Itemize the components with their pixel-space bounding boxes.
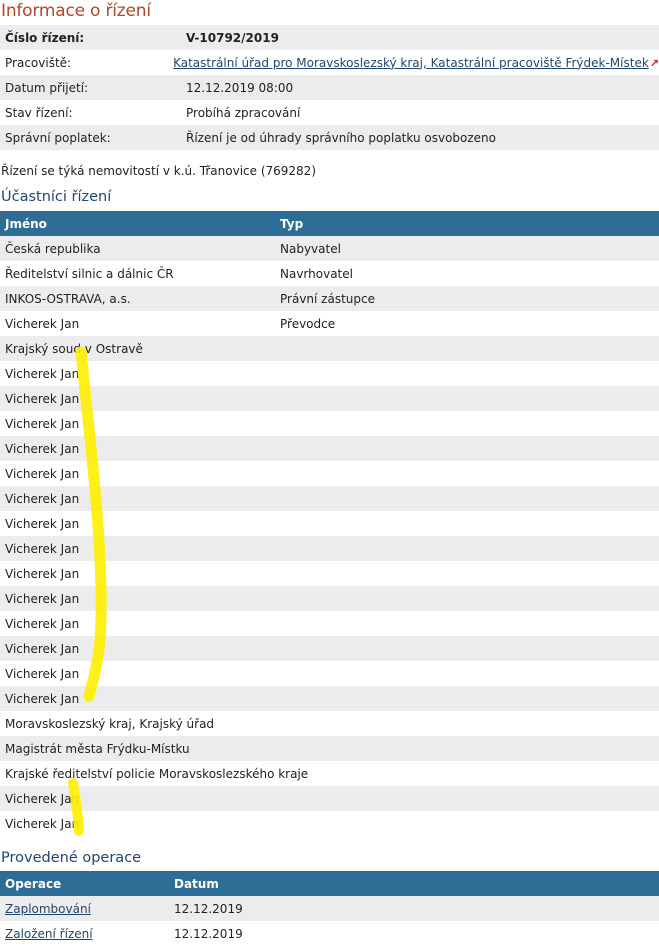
table-row: Vicherek Jan bbox=[0, 611, 659, 636]
page-title: Informace o řízení bbox=[1, 1, 151, 21]
table-row: Vicherek Jan bbox=[0, 386, 659, 411]
column-header-operation: Operace bbox=[5, 876, 62, 891]
info-label: Pracoviště: bbox=[5, 55, 72, 70]
participant-name: Vicherek Jan bbox=[5, 566, 80, 581]
participant-name: Ředitelství silnic a dálnic ČR bbox=[5, 266, 174, 281]
table-row: Vicherek Jan bbox=[0, 636, 659, 661]
info-table: Číslo řízení: V-10792/2019 Pracoviště: K… bbox=[0, 25, 659, 150]
participants-header: Jméno Typ bbox=[0, 211, 659, 236]
info-row-poplatek: Správní poplatek: Řízení je od úhrady sp… bbox=[0, 125, 659, 150]
table-row: Vicherek Jan bbox=[0, 811, 659, 836]
table-row: Vicherek Jan bbox=[0, 561, 659, 586]
pracoviste-link[interactable]: Katastrální úřad pro Moravskoslezský kra… bbox=[173, 56, 649, 70]
column-header-name: Jméno bbox=[5, 216, 47, 231]
column-header-date: Datum bbox=[174, 876, 219, 891]
participant-name: Vicherek Jan bbox=[5, 816, 80, 831]
table-row: Vicherek Jan bbox=[0, 486, 659, 511]
table-row: Vicherek Jan bbox=[0, 786, 659, 811]
operations-header: Operace Datum bbox=[0, 871, 659, 896]
table-row: Založení řízení 12.12.2019 bbox=[0, 921, 659, 946]
participant-name: Vicherek Jan bbox=[5, 366, 80, 381]
table-cell: Zaplombování bbox=[0, 902, 174, 916]
table-row: Vicherek Jan bbox=[0, 361, 659, 386]
table-row: Vicherek Jan bbox=[0, 536, 659, 561]
participant-type: Převodce bbox=[280, 316, 336, 331]
table-row: Vicherek Jan bbox=[0, 436, 659, 461]
info-label: Stav řízení: bbox=[5, 105, 73, 120]
participant-name: Vicherek Jan bbox=[5, 466, 80, 481]
participant-name: Vicherek Jan bbox=[5, 791, 80, 806]
info-row-cislo: Číslo řízení: V-10792/2019 bbox=[0, 25, 659, 50]
operation-date: 12.12.2019 bbox=[174, 926, 243, 941]
info-value: Probíhá zpracování bbox=[186, 105, 301, 120]
participant-name: Vicherek Jan bbox=[5, 516, 80, 531]
participant-name: Vicherek Jan bbox=[5, 591, 80, 606]
participants-table: Jméno Typ Česká republika Nabyvatel Ředite… bbox=[0, 211, 659, 836]
participant-name: Vicherek Jan bbox=[5, 641, 80, 656]
participant-name: Vicherek Jan bbox=[5, 666, 80, 681]
participant-type: Právní zástupce bbox=[280, 291, 375, 306]
operation-link[interactable]: Založení řízení bbox=[5, 927, 93, 941]
info-label: Datum přijetí: bbox=[5, 80, 89, 95]
info-row-datum: Datum přijetí: 12.12.2019 08:00 bbox=[0, 75, 659, 100]
table-row: Vicherek Jan bbox=[0, 586, 659, 611]
participant-type: Nabyvatel bbox=[280, 241, 341, 256]
table-row: Moravskoslezský kraj, Krajský úřad bbox=[0, 711, 659, 736]
participant-name: Vicherek Jan bbox=[5, 541, 80, 556]
table-row: Vicherek Jan bbox=[0, 411, 659, 436]
participant-type: Navrhovatel bbox=[280, 266, 353, 281]
participant-name: Moravskoslezský kraj, Krajský úřad bbox=[5, 716, 215, 731]
participant-name: INKOS-OSTRAVA, a.s. bbox=[5, 291, 131, 306]
operation-date: 12.12.2019 bbox=[174, 901, 243, 916]
info-label: Číslo řízení: bbox=[5, 30, 85, 45]
participant-name: Vicherek Jan bbox=[5, 441, 80, 456]
participant-name: Vicherek Jan bbox=[5, 316, 80, 331]
table-row: Zaplombování 12.12.2019 bbox=[0, 896, 659, 921]
participants-title: Účastníci řízení bbox=[1, 189, 112, 205]
operation-link[interactable]: Zaplombování bbox=[5, 902, 91, 916]
table-row: Krajský soud v Ostravě bbox=[0, 336, 659, 361]
participant-name: Vicherek Jan bbox=[5, 491, 80, 506]
property-note: Řízení se týká nemovitostí v k.ú. Třanov… bbox=[1, 164, 316, 178]
table-row: Vicherek Jan Převodce bbox=[0, 311, 659, 336]
info-value: Řízení je od úhrady správního poplatku o… bbox=[186, 130, 496, 145]
info-label: Správní poplatek: bbox=[5, 130, 111, 145]
participant-name: Česká republika bbox=[5, 241, 101, 256]
info-value: V-10792/2019 bbox=[186, 30, 279, 45]
table-row: Ředitelství silnic a dálnic ČR Navrhovate… bbox=[0, 261, 659, 286]
table-row: Vicherek Jan bbox=[0, 511, 659, 536]
info-value: 12.12.2019 08:00 bbox=[186, 80, 294, 95]
table-row: Vicherek Jan bbox=[0, 461, 659, 486]
participant-name: Krajské ředitelství policie Moravskoslez… bbox=[5, 766, 309, 781]
participant-name: Vicherek Jan bbox=[5, 416, 80, 431]
participant-name: Krajský soud v Ostravě bbox=[5, 341, 143, 356]
table-row: Česká republika Nabyvatel bbox=[0, 236, 659, 261]
participant-name: Magistrát města Frýdku-Místku bbox=[5, 741, 190, 756]
table-row: Krajské ředitelství policie Moravskoslez… bbox=[0, 761, 659, 786]
info-row-pracoviste: Pracoviště: Katastrální úřad pro Moravsk… bbox=[0, 50, 659, 75]
column-header-type: Typ bbox=[280, 216, 304, 231]
table-row: Magistrát města Frýdku-Místku bbox=[0, 736, 659, 761]
participant-name: Vicherek Jan bbox=[5, 391, 80, 406]
table-cell: Založení řízení bbox=[0, 927, 174, 941]
participant-name: Vicherek Jan bbox=[5, 616, 80, 631]
table-row: INKOS-OSTRAVA, a.s. Právní zástupce bbox=[0, 286, 659, 311]
table-row: Vicherek Jan bbox=[0, 686, 659, 711]
participant-name: Vicherek Jan bbox=[5, 691, 80, 706]
operations-title: Provedené operace bbox=[1, 850, 142, 866]
info-row-stav: Stav řízení: Probíhá zpracování bbox=[0, 100, 659, 125]
info-value: Katastrální úřad pro Moravskoslezský kra… bbox=[173, 56, 659, 70]
operations-table: Operace Datum Zaplombování 12.12.2019 Zalo… bbox=[0, 871, 659, 946]
external-link-icon[interactable]: ↗ bbox=[650, 57, 659, 70]
table-row: Vicherek Jan bbox=[0, 661, 659, 686]
